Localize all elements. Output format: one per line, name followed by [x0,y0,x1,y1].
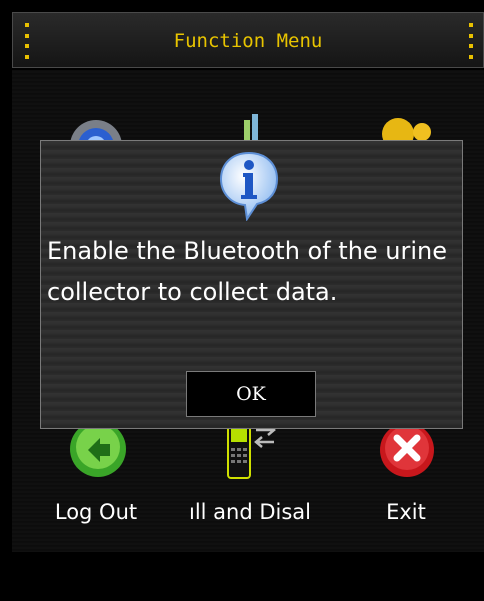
dialog-message: Enable the Bluetooth of the urine collec… [47,237,448,306]
menu-label-log-out[interactable]: Log Out [26,500,166,524]
ok-button[interactable]: OK [186,371,316,417]
bottom-bar [0,552,484,601]
exit-icon[interactable] [378,422,436,478]
right-menu-dots-icon[interactable] [469,23,473,59]
info-dialog: Enable the Bluetooth of the urine collec… [40,140,463,429]
users-icon[interactable] [380,110,440,142]
info-icon [219,151,279,221]
menu-label-exit[interactable]: Exit [336,500,476,524]
page-title: Function Menu [173,30,323,52]
menu-label-call-and-disable[interactable]: ıll and Disal [180,500,320,524]
title-bar: Function Menu [12,12,484,68]
